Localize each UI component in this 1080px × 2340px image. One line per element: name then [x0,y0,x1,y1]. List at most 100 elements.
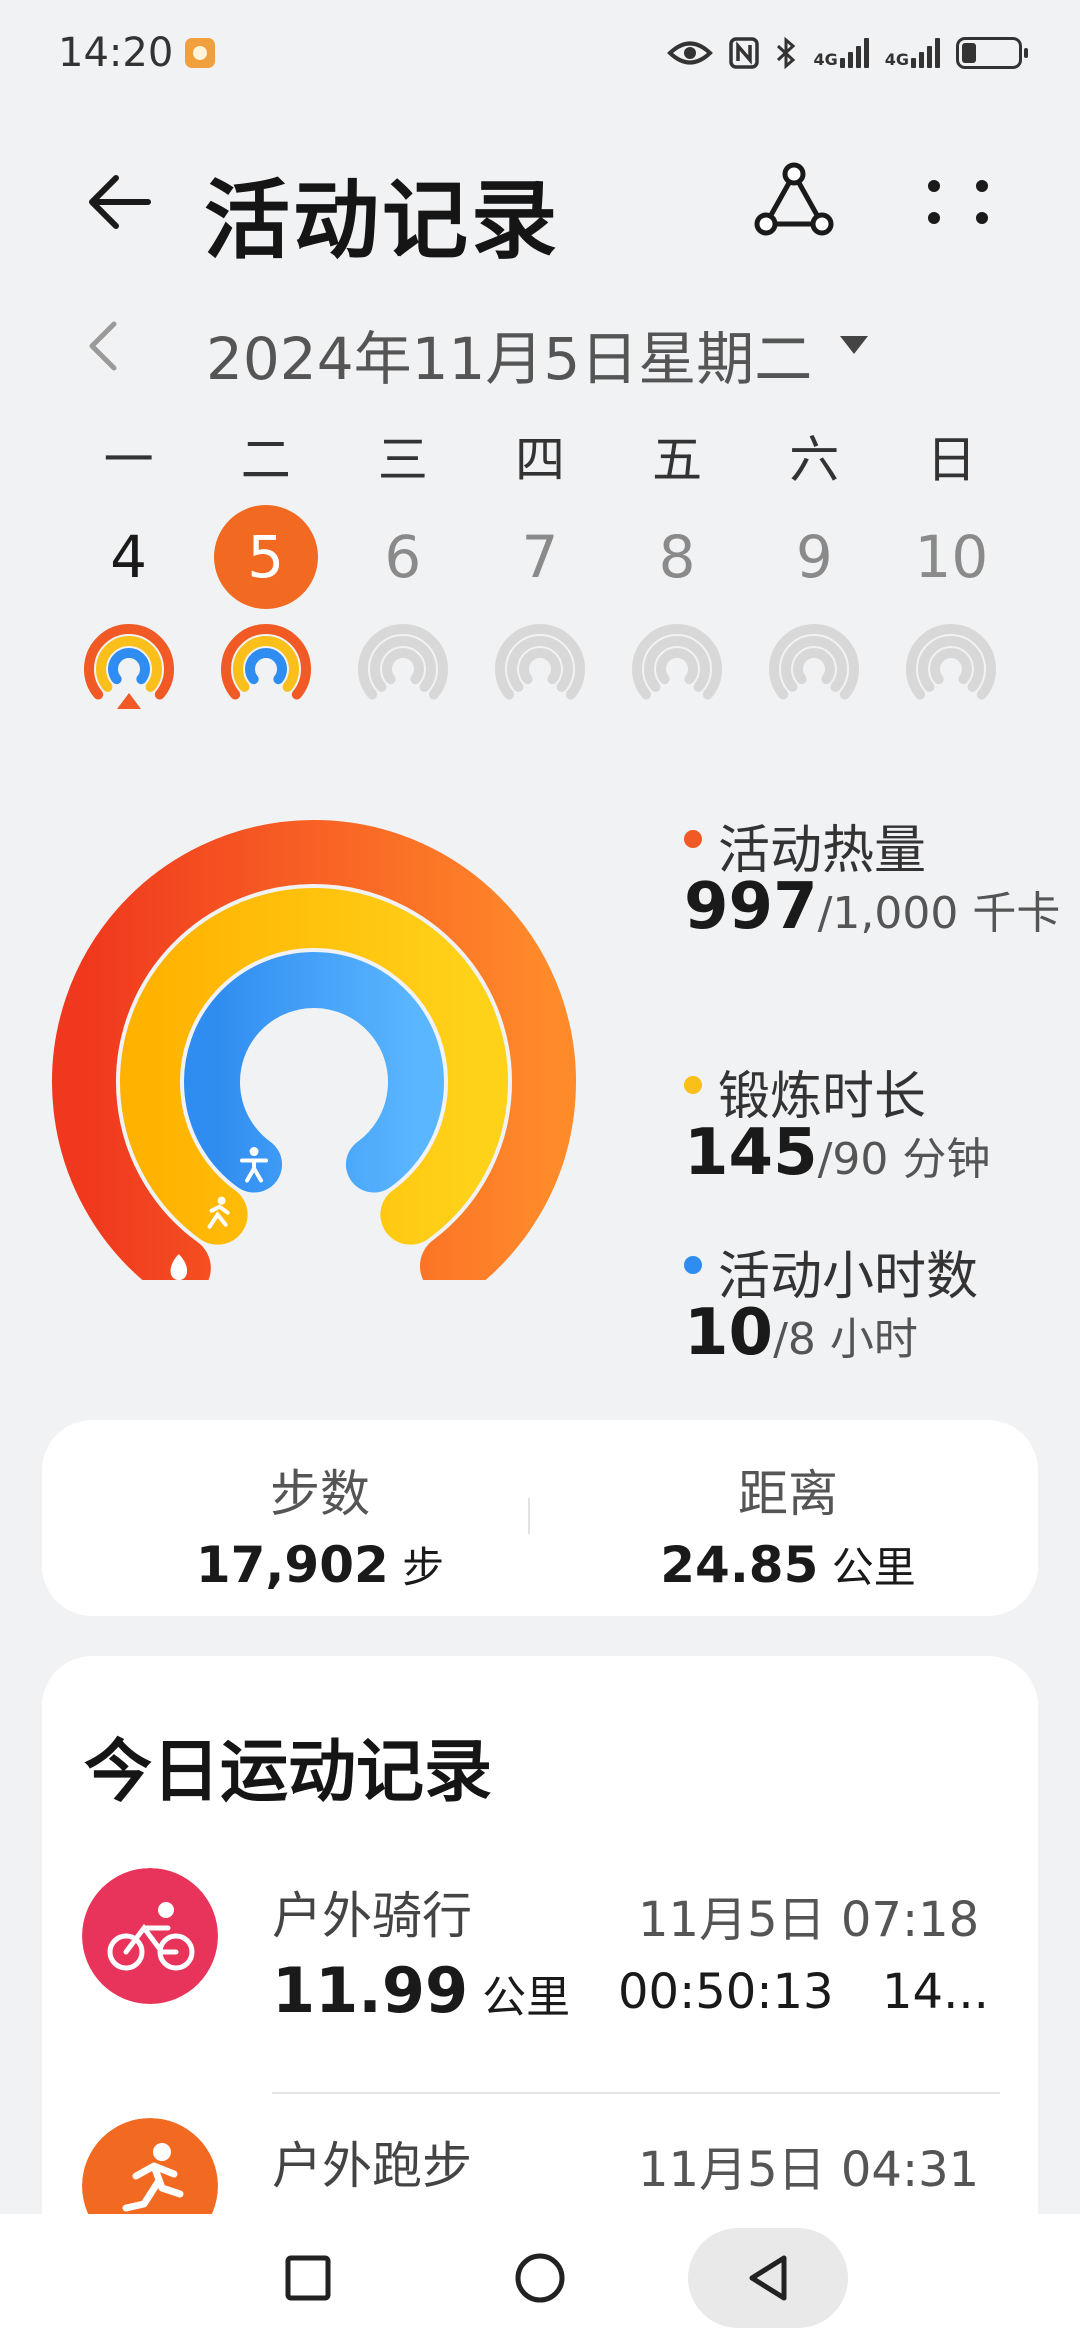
day-number: 9 [795,523,833,591]
calories-dot [684,830,702,848]
triangle-back-icon [749,2255,787,2301]
system-nav-bar [0,2214,1080,2340]
activity-rings [52,820,576,1280]
recent-apps-button[interactable] [228,2228,388,2328]
day-rings-icon [632,624,723,700]
weekday-label: 二 [240,431,291,489]
distance-unit: 公里 [818,1543,916,1592]
weekday-label: 三 [377,431,428,489]
record-name: 户外骑行 [272,1887,472,1945]
page-title: 活动记录 [204,171,560,271]
runner-head-icon [217,1196,226,1205]
day-rings-icon [769,624,860,700]
record-extra: 14... [882,1964,989,2020]
day-number: 7 [521,523,559,591]
distance-block: 距离 24.85 公里 [568,1454,1008,1595]
signal-icon-1: 4G [813,37,869,69]
circle-icon [515,2253,565,2303]
steps-unit: 步 [388,1543,445,1592]
exercise-goal: /90 分钟 [817,1134,991,1185]
card-divider [528,1498,530,1534]
day-cell-6[interactable]: 6 [334,505,471,711]
day-rings-icon [495,624,585,700]
day-ring-arc [381,648,424,685]
date-navigation: 2024年11月5日星期二 [0,300,1080,393]
hours-value-block: 10/8 小时 [684,1301,1064,1371]
records-title: 今日运动记录 [84,1733,493,1812]
steps-value: 17,902 [195,1536,389,1594]
day-ring-arc [793,648,836,685]
weekday-label: 五 [652,431,703,489]
day-cell-4[interactable]: 4 [60,505,197,711]
steps-block: 步数 17,902 步 [100,1454,540,1595]
back-button[interactable] [688,2228,848,2328]
steps-value-row: 17,902 步 [100,1534,540,1595]
day-cell-10[interactable]: 10 [883,505,1020,711]
day-cell-7[interactable]: 7 [471,505,608,711]
record-time: 11月5日 07:18 [638,1892,980,1948]
record-distance-row: 11.99 公里 [272,1954,570,2027]
share-icon[interactable] [752,160,836,244]
caret-down-icon[interactable] [836,330,872,360]
week-calendar: 一 二 三 四 五 六 日 4 5 6 7 8 9 10 [60,425,1020,711]
day-number: 6 [384,523,422,591]
distance-value-row: 24.85 公里 [568,1534,1008,1595]
steps-label: 步数 [270,1465,370,1523]
day-ring-arc [244,648,287,685]
network-type-2: 4G [884,49,909,69]
record-distance: 11.99 [272,1954,469,2027]
day-cell-5[interactable]: 5 [197,505,334,711]
eye-icon [667,41,714,64]
signal-icon-2: 4G [884,37,940,69]
day-ring-arc [930,648,973,685]
home-button[interactable] [460,2228,620,2328]
distance-value: 24.85 [660,1536,819,1594]
network-type-1: 4G [813,49,838,69]
distance-label: 距离 [738,1465,838,1523]
day-rings-icon [220,624,311,700]
signal-bars-1 [839,37,869,68]
day-marker-icon [116,693,141,709]
header: 活动记录 [0,140,1080,271]
date-selector[interactable]: 2024年11月5日星期二 [206,312,812,396]
calories-goal: /1,000 千卡 [817,888,1061,939]
calories-value-block: 997/1,000 千卡 [684,875,1064,945]
notification-badge-icon [185,37,216,68]
battery-icon [956,36,1028,69]
nfc-icon [729,36,760,69]
record-distance-unit: 公里 [468,1972,571,2023]
status-time: 14:20 [58,29,174,76]
steps-distance-card[interactable]: 步数 17,902 步 距离 24.85 公里 [42,1420,1038,1616]
weekday-label: 六 [789,431,840,489]
chevron-left-icon[interactable] [82,318,122,374]
record-name: 户外跑步 [272,2137,472,2195]
day-rings-icon [83,624,174,709]
day-number: 4 [110,523,148,591]
calories-value: 997 [684,870,818,944]
exercise-dot [684,1076,702,1094]
cycling-icon [82,1868,218,2004]
more-dots-icon[interactable] [920,160,996,244]
hours-dot [684,1256,702,1274]
day-number: 8 [658,523,696,591]
back-arrow-icon[interactable] [80,162,160,242]
exercise-value: 145 [684,1116,818,1190]
day-ring-arc [107,648,150,685]
day-ring-arc [519,648,561,685]
day-rings-icon [906,624,997,700]
day-cell-8[interactable]: 8 [609,505,746,711]
status-icons: 4G 4G [667,36,1028,69]
weekday-label: 一 [103,431,154,489]
day-number: 10 [914,523,989,591]
hours-value: 10 [684,1296,774,1370]
day-ring-arc [656,648,699,685]
record-time: 11月5日 04:31 [638,2142,980,2198]
day-rings-icon [357,624,448,700]
record-duration: 00:50:13 [618,1964,834,2020]
weekday-label: 日 [926,431,977,489]
ring-arc-hours [184,952,444,1193]
day-cell-9[interactable]: 9 [746,505,883,711]
status-bar: 14:20 4G 4G [0,0,1080,105]
hours-goal: /8 小时 [773,1314,918,1365]
record-divider [272,2092,1000,2094]
